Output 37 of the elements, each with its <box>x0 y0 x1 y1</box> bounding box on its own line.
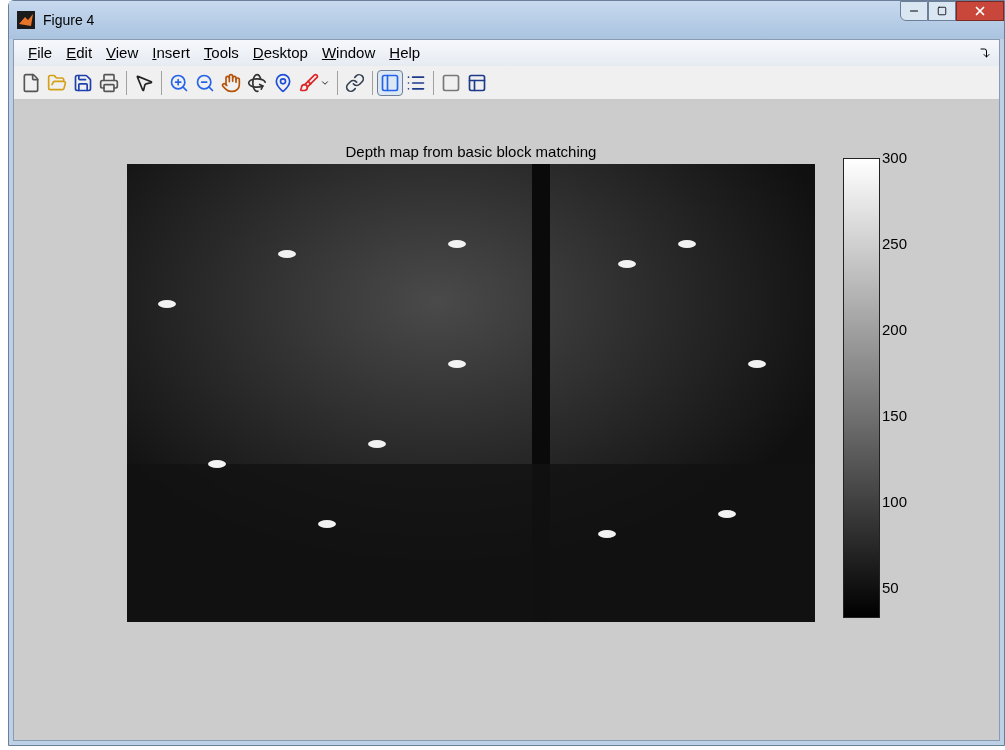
menu-item[interactable]: Help <box>383 41 427 65</box>
save-icon <box>73 72 93 93</box>
plot-title: Depth map from basic block matching <box>345 142 597 162</box>
maximize-icon <box>937 6 947 16</box>
colorbar-tick-label: 50 <box>882 580 899 596</box>
menu-item[interactable]: Window <box>315 41 382 65</box>
square-icon <box>441 72 461 93</box>
overflow-icon[interactable] <box>979 47 991 59</box>
brush-icon <box>299 72 319 93</box>
folder-icon <box>47 72 67 93</box>
zoom-in-icon <box>169 72 189 93</box>
hand-icon <box>221 72 241 93</box>
colorbar-tick-label: 300 <box>882 150 908 166</box>
data-cursor-icon <box>273 72 293 93</box>
close-icon <box>973 4 987 18</box>
close-button[interactable] <box>956 1 1004 21</box>
panels-icon <box>467 72 487 93</box>
minimize-button[interactable] <box>900 1 928 21</box>
new-file-icon <box>21 72 41 93</box>
menu-item[interactable]: Tools <box>197 41 245 65</box>
colorbar-icon <box>380 72 400 93</box>
menu-item[interactable]: File <box>22 41 59 65</box>
link-icon <box>345 72 365 93</box>
app-logo-icon <box>17 11 35 29</box>
rotate-icon <box>247 72 267 93</box>
colorbar-tick-label: 250 <box>882 236 908 252</box>
menu-item[interactable]: View <box>100 41 145 65</box>
colorbar-tick-label: 200 <box>882 322 908 338</box>
zoom-out-icon <box>195 72 215 93</box>
printer-icon <box>99 72 119 93</box>
window-title: Figure 4 <box>43 10 95 30</box>
colorbar-tick-label: 150 <box>882 408 908 424</box>
menu-item[interactable]: Insert <box>146 41 196 65</box>
menu-item[interactable]: Edit <box>60 41 99 65</box>
colorbar-tick-label: 100 <box>882 494 908 510</box>
menu-item[interactable]: Desktop <box>246 41 314 65</box>
maximize-button[interactable] <box>928 1 956 21</box>
